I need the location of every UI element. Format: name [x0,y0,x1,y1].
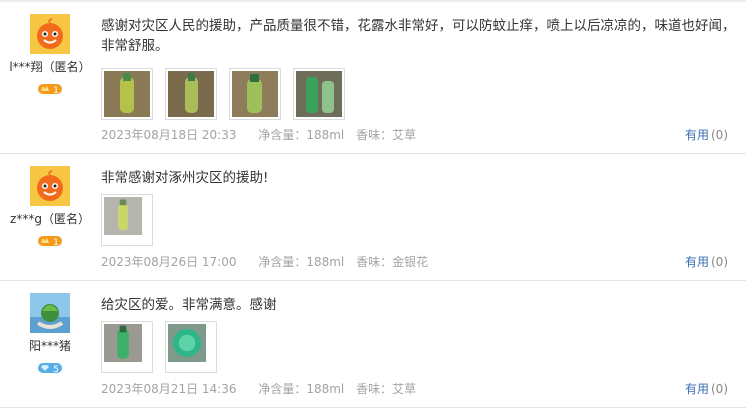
volume-label: 净含量： [258,255,307,269]
review-meta: 2023年08月21日 14:36 净含量：188ml 香味：艾草 [101,380,424,397]
review-item: z***g（匿名） 1 非常感谢对涿州灾区的援助! 2023年08月26日 17… [0,154,746,281]
useful-button[interactable]: 有用 (0) [685,253,728,270]
review-photo-thumbnail[interactable] [229,68,281,120]
avatar[interactable] [30,166,70,206]
diamond-badge-icon: 5 [38,359,62,375]
useful-count: (0) [711,382,728,396]
scent-label: 香味： [356,382,393,396]
reviewer-name: z***g（匿名） [10,212,90,226]
level-number: 1 [53,86,59,95]
reviewer-name: 阳***猪 [28,339,71,353]
level-number: 1 [53,238,59,247]
review-date: 2023年08月21日 14:36 [101,382,237,396]
level-badge-icon: 1 [38,80,62,96]
volume-value: 188ml [306,128,345,142]
scent-value: 艾草 [392,128,417,142]
review-item: 阳***猪 5 给灾区的爱。非常满意。感谢 2023年08月21日 14:36 … [0,281,746,408]
scent-value: 艾草 [392,382,417,396]
volume-value: 188ml [306,382,345,396]
useful-label[interactable]: 有用 [685,382,709,396]
review-meta: 2023年08月18日 20:33 净含量：188ml 香味：艾草 [101,126,424,143]
avatar[interactable] [30,293,70,333]
scent-value: 金银花 [392,255,429,269]
useful-button[interactable]: 有用 (0) [685,380,728,397]
scent-label: 香味： [356,255,393,269]
review-photo-thumbnail[interactable] [101,194,153,246]
review-photo-thumbnail[interactable] [101,68,153,120]
level-number: 5 [53,365,59,374]
review-photo-thumbnail[interactable] [293,68,345,120]
volume-label: 净含量： [258,128,307,142]
review-photo-thumbnail[interactable] [165,321,217,373]
scent-label: 香味： [356,128,393,142]
review-photos [101,321,217,373]
review-photo-thumbnail[interactable] [101,321,153,373]
review-photo-thumbnail[interactable] [165,68,217,120]
useful-label[interactable]: 有用 [685,255,709,269]
avatar[interactable] [30,14,70,54]
useful-count: (0) [711,128,728,142]
review-item: l***翔（匿名） 1 感谢对灾区人民的援助，产品质量很不错，花露水非常好，可以… [0,2,746,154]
level-badge-icon: 1 [38,232,62,248]
useful-count: (0) [711,255,728,269]
review-text: 非常感谢对涿州灾区的援助! [101,170,269,186]
review-photos [101,194,153,246]
useful-label[interactable]: 有用 [685,128,709,142]
volume-value: 188ml [306,255,345,269]
reviewer-name: l***翔（匿名） [9,60,91,74]
review-text: 给灾区的爱。非常满意。感谢 [101,297,277,313]
review-text: 感谢对灾区人民的援助，产品质量很不错，花露水非常好，可以防蚊止痒，喷上以后凉凉的… [101,18,736,54]
review-meta: 2023年08月26日 17:00 净含量：188ml 香味：金银花 [101,253,436,270]
useful-button[interactable]: 有用 (0) [685,126,728,143]
review-photos [101,68,345,120]
volume-label: 净含量： [258,382,307,396]
review-date: 2023年08月26日 17:00 [101,255,237,269]
review-date: 2023年08月18日 20:33 [101,128,237,142]
